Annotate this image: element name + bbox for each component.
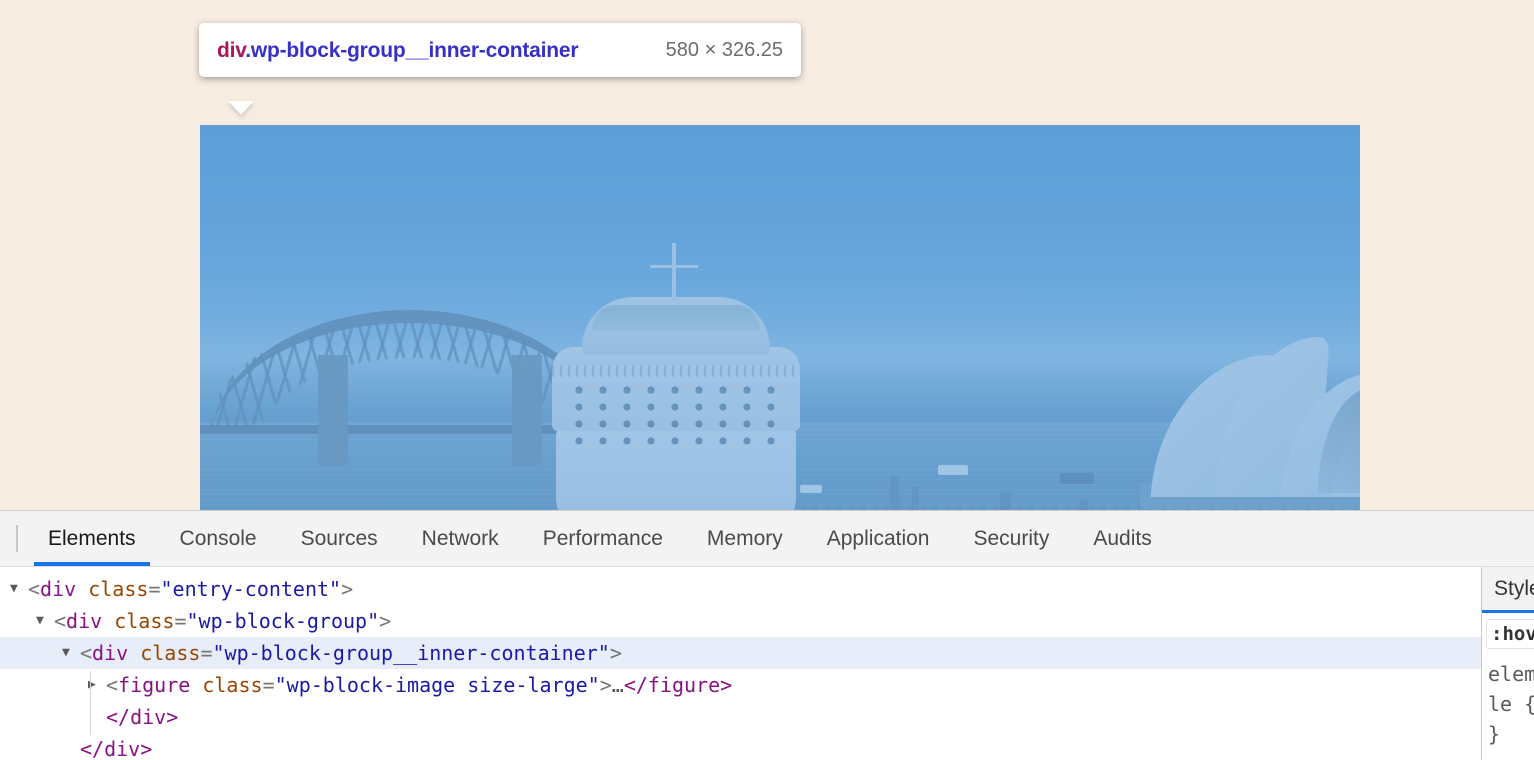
tooltip-class-name: .wp-block-group__inner-container: [245, 39, 578, 62]
devtools-tabbar: Elements Console Sources Network Perform…: [0, 511, 1534, 567]
tag-name: div: [66, 605, 102, 637]
ferry-boat: [800, 485, 822, 493]
collapsed-children-ellipsis[interactable]: …: [612, 669, 624, 701]
attribute-value[interactable]: "wp-block-group__inner-container": [212, 637, 609, 669]
harbour-bridge-pylon: [512, 355, 542, 465]
attribute-value[interactable]: "wp-block-image size-large": [275, 669, 600, 701]
city-tower: [1000, 493, 1011, 510]
tag-close-bracket: >: [341, 573, 353, 605]
tag-name: div: [92, 637, 128, 669]
tag-open-bracket: <: [106, 669, 118, 701]
attribute-name[interactable]: class: [202, 669, 262, 701]
tab-performance[interactable]: Performance: [521, 511, 685, 566]
ferry-boat: [938, 465, 968, 475]
harbour-bridge-truss: [210, 323, 610, 427]
tag-name: figure: [118, 669, 190, 701]
dom-tree-row-selected[interactable]: ▼ < div class = "wp-block-group__inner-c…: [0, 637, 1481, 669]
tooltip-dimensions: 580 × 326.25: [666, 37, 783, 62]
disclosure-triangle-icon[interactable]: ▼: [10, 573, 28, 605]
cruise-ship-windows: [572, 383, 780, 449]
dom-tree-row[interactable]: ▶ < figure class = "wp-block-image size-…: [0, 669, 1481, 701]
cruise-ship-bridge-glass: [592, 305, 760, 331]
rule-selector-line: le {: [1488, 689, 1534, 719]
city-tower: [912, 487, 919, 510]
styles-sidebar: Styles :hov element.sty le { }: [1481, 567, 1534, 760]
dom-tree[interactable]: ▼ < div class = "entry-content" > ▼ < di…: [0, 567, 1481, 760]
dom-tree-row[interactable]: </div>: [0, 701, 1481, 733]
tab-security[interactable]: Security: [951, 511, 1071, 566]
disclosure-triangle-icon[interactable]: ▼: [62, 637, 80, 669]
tab-elements[interactable]: Elements: [26, 511, 158, 566]
tooltip-selector-label: div.wp-block-group__inner-container: [217, 37, 648, 65]
tree-guide-line: [90, 671, 91, 735]
tab-application[interactable]: Application: [805, 511, 952, 566]
tag-close-bracket: >: [379, 605, 391, 637]
styles-tab[interactable]: Styles: [1482, 567, 1534, 613]
attribute-name[interactable]: class: [140, 637, 200, 669]
devtools-panel: Elements Console Sources Network Perform…: [0, 510, 1534, 760]
closing-tag: </div>: [106, 701, 178, 733]
tooltip-tag-name: div: [217, 39, 245, 62]
closing-tag: </div>: [80, 733, 152, 760]
closing-tag: </figure>: [624, 669, 732, 701]
force-hover-state-button[interactable]: :hov: [1486, 619, 1534, 649]
tab-audits[interactable]: Audits: [1071, 511, 1173, 566]
ferry-boat: [1060, 473, 1094, 484]
cruise-ship-bow: [632, 501, 718, 510]
attribute-value[interactable]: "wp-block-group": [186, 605, 379, 637]
attribute-name[interactable]: class: [88, 573, 148, 605]
city-tower: [1080, 499, 1088, 510]
rule-selector-line: element.sty: [1488, 659, 1534, 689]
cruise-ship-mast-crossbar: [650, 265, 698, 268]
city-tower: [890, 477, 899, 510]
dom-tree-row[interactable]: </div>: [0, 733, 1481, 760]
styles-rule-list[interactable]: element.sty le { }: [1482, 655, 1534, 760]
element-inspector-tooltip: div.wp-block-group__inner-container 580 …: [199, 23, 801, 77]
browser-window: div.wp-block-group__inner-container 580 …: [0, 0, 1534, 760]
toolbar-grip[interactable]: [16, 525, 18, 552]
dom-tree-row[interactable]: ▼ < div class = "wp-block-group" >: [0, 605, 1481, 637]
styles-filter-bar: :hov: [1482, 613, 1534, 655]
tag-open-bracket: <: [28, 573, 40, 605]
page-viewport: div.wp-block-group__inner-container 580 …: [0, 0, 1534, 510]
disclosure-triangle-icon[interactable]: ▼: [36, 605, 54, 637]
tag-open-bracket: <: [54, 605, 66, 637]
tab-console[interactable]: Console: [158, 511, 279, 566]
hero-image-figure[interactable]: [200, 125, 1360, 510]
cruise-ship-mast: [672, 243, 676, 303]
devtools-content: ▼ < div class = "entry-content" > ▼ < di…: [0, 567, 1534, 760]
attribute-value[interactable]: "entry-content": [160, 573, 341, 605]
tag-close-bracket: >: [610, 637, 622, 669]
sydney-harbour-photo: [200, 125, 1360, 510]
cruise-ship-railing: [552, 365, 800, 377]
tab-network[interactable]: Network: [400, 511, 521, 566]
dom-tree-row[interactable]: ▼ < div class = "entry-content" >: [0, 573, 1481, 605]
tab-memory[interactable]: Memory: [685, 511, 805, 566]
rule-closing-brace: }: [1488, 719, 1534, 749]
harbour-bridge-pylon: [318, 355, 348, 465]
tag-open-bracket: <: [80, 637, 92, 669]
tag-close-bracket: >: [600, 669, 612, 701]
attribute-name[interactable]: class: [114, 605, 174, 637]
tag-name: div: [40, 573, 76, 605]
tooltip-arrow: [228, 101, 254, 115]
tab-sources[interactable]: Sources: [279, 511, 400, 566]
